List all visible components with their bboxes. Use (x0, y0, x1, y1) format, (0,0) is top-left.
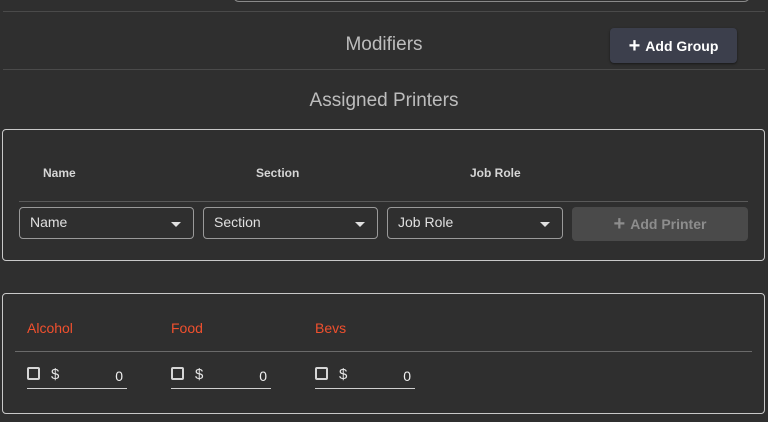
alcohol-checkbox[interactable] (27, 367, 40, 380)
plus-icon: + (628, 34, 641, 57)
category-name-bevs: Bevs (315, 320, 347, 336)
printers-panel (2, 129, 765, 261)
divider (3, 69, 765, 70)
job-role-select-value: Job Role (398, 214, 454, 230)
job-role-select[interactable]: Job Role (387, 207, 563, 239)
food-amount[interactable]: 0 (259, 368, 267, 384)
column-header-name: Name (43, 166, 76, 180)
bevs-amount[interactable]: 0 (403, 368, 411, 384)
add-printer-label: Add Printer (630, 216, 707, 232)
chevron-down-icon (171, 222, 181, 227)
top-text-field[interactable] (233, 0, 750, 2)
category-name-alcohol: Alcohol (27, 320, 73, 336)
categories-divider (15, 351, 752, 352)
assigned-printers-title: Assigned Printers (309, 90, 459, 111)
header-divider (19, 201, 748, 202)
bevs-price-field[interactable]: $ 0 (315, 364, 415, 389)
category-name-food: Food (171, 320, 203, 336)
alcohol-amount[interactable]: 0 (115, 368, 123, 384)
bevs-checkbox[interactable] (315, 367, 328, 380)
chevron-down-icon (540, 222, 550, 227)
plus-icon: + (613, 213, 626, 235)
column-header-job-role: Job Role (470, 166, 521, 180)
add-group-button[interactable]: + Add Group (610, 28, 737, 63)
name-select[interactable]: Name (19, 207, 194, 239)
chevron-down-icon (355, 222, 365, 227)
currency-symbol: $ (195, 366, 204, 383)
alcohol-price-field[interactable]: $ 0 (27, 364, 127, 389)
section-select-value: Section (214, 214, 261, 230)
currency-symbol: $ (51, 366, 60, 383)
column-header-section: Section (256, 166, 300, 180)
add-group-label: Add Group (645, 37, 719, 54)
add-printer-button[interactable]: + Add Printer (572, 207, 748, 241)
food-checkbox[interactable] (171, 367, 184, 380)
divider (3, 11, 765, 12)
currency-symbol: $ (339, 366, 348, 383)
food-price-field[interactable]: $ 0 (171, 364, 271, 389)
section-select[interactable]: Section (203, 207, 378, 239)
name-select-value: Name (30, 214, 68, 230)
categories-panel (2, 293, 765, 414)
